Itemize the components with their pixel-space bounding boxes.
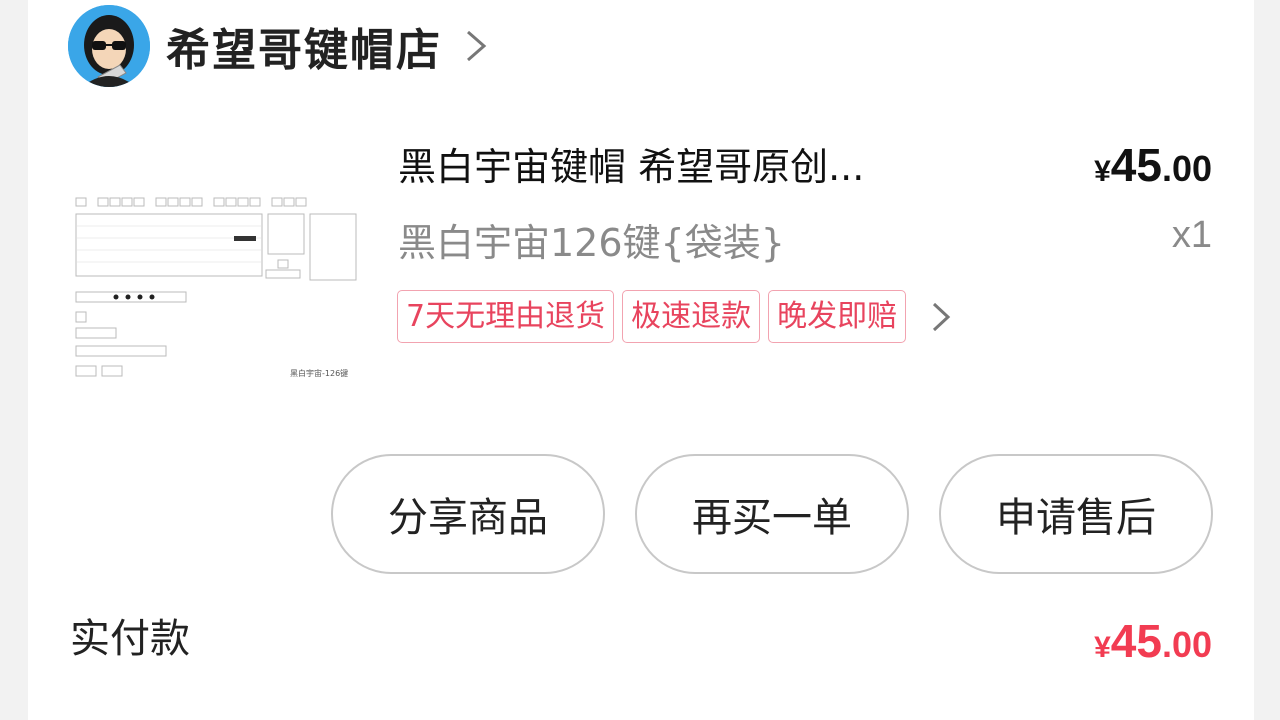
price-currency: ¥ bbox=[1094, 155, 1111, 188]
buy-again-button[interactable]: 再买一单 bbox=[635, 454, 909, 574]
price-decimal: .00 bbox=[1161, 148, 1212, 189]
paid-label: 实付款 bbox=[70, 616, 190, 662]
paid-integer: 45 bbox=[1110, 615, 1162, 667]
product-price: ¥45.00 bbox=[1094, 138, 1212, 192]
tag-fast-refund: 极速退款 bbox=[622, 290, 761, 343]
price-integer: 45 bbox=[1110, 139, 1162, 191]
shop-name[interactable]: 希望哥键帽店 bbox=[166, 14, 442, 78]
tag-return: 7天无理由退货 bbox=[397, 290, 615, 343]
product-thumbnail[interactable]: 黑白宇宙-126键 bbox=[72, 180, 372, 390]
service-tags[interactable]: 7天无理由退货 极速退款 晚发即赔 bbox=[397, 290, 960, 343]
product-variant: 黑白宇宙126键{袋装} bbox=[398, 221, 785, 265]
after-sale-button[interactable]: 申请售后 bbox=[939, 454, 1213, 574]
tag-late-compensation: 晚发即赔 bbox=[768, 290, 907, 343]
shop-header[interactable]: 希望哥键帽店 bbox=[68, 5, 496, 87]
shop-avatar[interactable] bbox=[68, 5, 150, 87]
paid-amount: ¥45.00 bbox=[1094, 614, 1212, 668]
paid-decimal: .00 bbox=[1161, 624, 1212, 665]
product-quantity: x1 bbox=[1171, 214, 1212, 256]
thumbnail-caption: 黑白宇宙-126键 bbox=[290, 368, 348, 378]
share-product-button[interactable]: 分享商品 bbox=[331, 454, 605, 574]
chevron-right-icon[interactable] bbox=[930, 297, 960, 337]
paid-currency: ¥ bbox=[1094, 631, 1111, 664]
product-title[interactable]: 黑白宇宙键帽 希望哥原创... bbox=[398, 136, 998, 191]
order-actions: 分享商品 再买一单 申请售后 bbox=[331, 454, 1243, 574]
chevron-right-icon[interactable] bbox=[456, 26, 496, 66]
